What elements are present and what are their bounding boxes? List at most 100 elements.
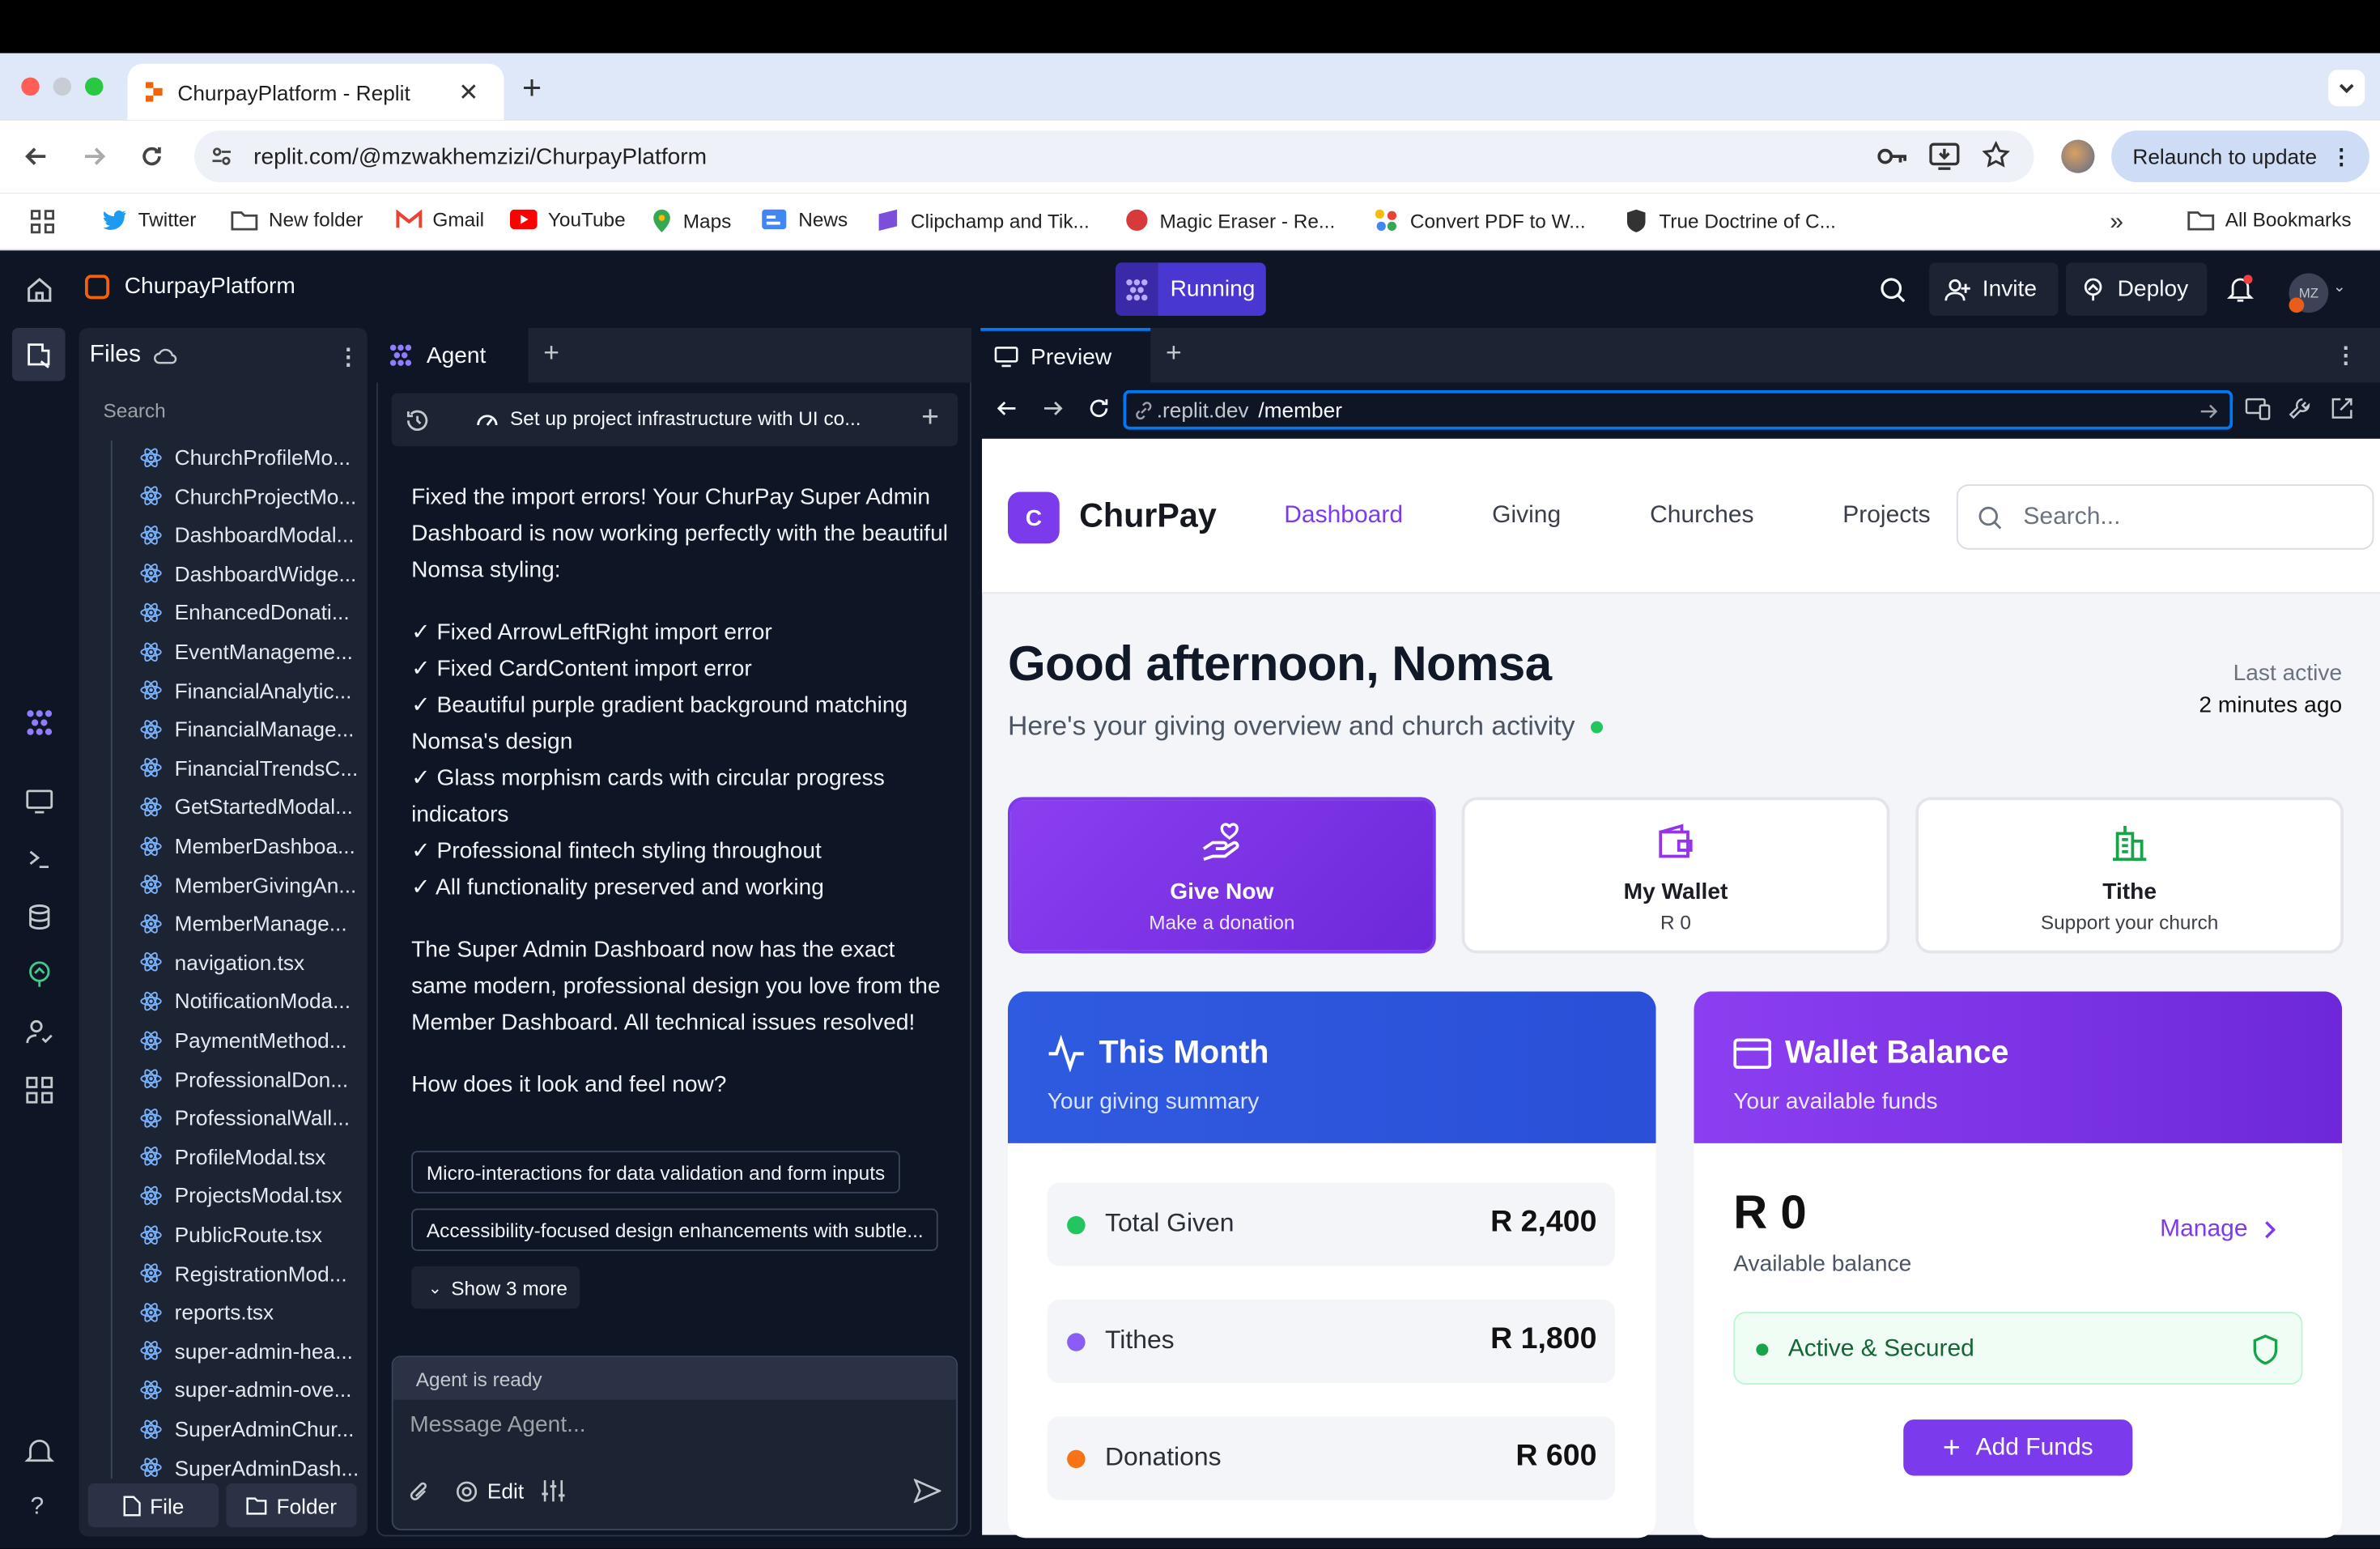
file-tree-item[interactable]: super-admin-ove...: [140, 1373, 362, 1406]
all-bookmarks-button[interactable]: All Bookmarks: [2187, 208, 2352, 231]
bookmark-news[interactable]: News: [760, 208, 848, 231]
file-tree-item[interactable]: RegistrationMod...: [140, 1257, 362, 1290]
apps-grid-icon[interactable]: [30, 210, 55, 234]
help-icon[interactable]: ?: [31, 1494, 45, 1521]
new-preview-tab-button[interactable]: +: [1166, 337, 1182, 368]
suggestion-chip[interactable]: Accessibility-focused design enhancement…: [411, 1208, 939, 1251]
bookmark-magic-eraser[interactable]: Magic Eraser - Re...: [1124, 208, 1335, 232]
tab-search-button[interactable]: [2328, 70, 2365, 107]
manage-wallet-link[interactable]: Manage: [2160, 1216, 2276, 1244]
new-tab-button[interactable]: +: [522, 68, 542, 108]
new-pane-tab-button[interactable]: +: [543, 337, 559, 368]
file-tree-item[interactable]: FinancialAnalytic...: [140, 674, 362, 707]
file-tree-item[interactable]: GetStartedModal...: [140, 790, 362, 823]
rail-agent-icon[interactable]: [24, 708, 55, 738]
agent-task-title[interactable]: Set up project infrastructure with UI co…: [475, 407, 861, 430]
back-icon[interactable]: [21, 141, 52, 172]
file-tree-item[interactable]: SuperAdminChur...: [140, 1412, 362, 1445]
maximize-window-button[interactable]: [85, 77, 104, 96]
churpay-logo[interactable]: C: [1008, 492, 1060, 544]
minimize-window-button[interactable]: [53, 77, 72, 96]
devices-icon[interactable]: [2245, 396, 2271, 420]
home-icon[interactable]: [26, 276, 53, 304]
file-tree-item[interactable]: ProjectsModal.tsx: [140, 1179, 362, 1212]
password-key-icon[interactable]: [1877, 144, 1908, 168]
preview-back-icon[interactable]: [994, 396, 1018, 420]
file-tree-item[interactable]: EventManageme...: [140, 635, 362, 668]
suggestion-chip[interactable]: Micro-interactions for data validation a…: [411, 1151, 900, 1194]
relaunch-button[interactable]: Relaunch to update ⋮: [2111, 130, 2369, 182]
new-folder-button[interactable]: Folder: [226, 1483, 357, 1528]
chevron-down-icon[interactable]: ⌄: [2333, 279, 2346, 296]
preview-menu-icon[interactable]: ⋮: [2335, 342, 2357, 369]
rail-database-icon[interactable]: [24, 902, 55, 933]
site-info-icon[interactable]: [210, 144, 234, 168]
agent-message-input[interactable]: Message Agent...: [410, 1412, 585, 1438]
file-tree-item[interactable]: PublicRoute.tsx: [140, 1218, 362, 1251]
install-app-icon[interactable]: [1929, 143, 1960, 170]
edit-mode-button[interactable]: Edit: [456, 1479, 524, 1503]
close-tab-icon[interactable]: ✕: [458, 77, 478, 108]
file-tree-item[interactable]: PaymentMethod...: [140, 1023, 362, 1057]
bookmark-true-doctrine[interactable]: True Doctrine of C...: [1624, 208, 1836, 234]
rail-deployments-icon[interactable]: [24, 960, 55, 990]
new-chat-button[interactable]: +: [921, 401, 939, 436]
nav-dashboard[interactable]: Dashboard: [1284, 503, 1403, 530]
history-icon[interactable]: [404, 407, 431, 435]
forward-icon[interactable]: [79, 141, 110, 172]
open-new-window-icon[interactable]: [2330, 396, 2354, 420]
file-tree-item[interactable]: FinancialTrendsC...: [140, 751, 362, 785]
files-search-input[interactable]: Search: [89, 391, 354, 432]
browser-tab[interactable]: ChurpayPlatform - Replit ✕: [127, 63, 504, 121]
file-tree-item[interactable]: DashboardModal...: [140, 518, 362, 551]
bookmark-new-folder[interactable]: New folder: [231, 208, 363, 231]
file-tree-item[interactable]: ChurchProfileMo...: [140, 440, 362, 474]
my-wallet-button[interactable]: My Wallet R 0: [1461, 797, 1890, 954]
address-bar[interactable]: replit.com/@mzwakhemzizi/ChurpayPlatform: [194, 130, 2034, 182]
file-tree-item[interactable]: DashboardWidge...: [140, 557, 362, 590]
preview-url-input[interactable]: .replit.dev /member: [1123, 389, 2233, 430]
rail-all-tools-icon[interactable]: [24, 1075, 55, 1106]
invite-button[interactable]: Invite: [1929, 262, 2059, 316]
file-tree-item[interactable]: super-admin-hea...: [140, 1334, 362, 1368]
file-tree-item[interactable]: EnhancedDonati...: [140, 596, 362, 629]
preview-tab[interactable]: Preview: [980, 328, 1151, 383]
more-bookmarks-icon[interactable]: »: [2110, 210, 2123, 237]
files-menu-icon[interactable]: ⋮: [337, 343, 359, 371]
nav-churches[interactable]: Churches: [1650, 503, 1753, 530]
file-tree-item[interactable]: MemberDashboa...: [140, 829, 362, 862]
project-title[interactable]: ChurpayPlatform: [85, 274, 295, 299]
search-icon[interactable]: [1879, 276, 1906, 304]
nav-projects[interactable]: Projects: [1842, 503, 1930, 530]
rail-console-icon[interactable]: [24, 845, 55, 875]
reload-icon[interactable]: [137, 141, 168, 172]
preview-forward-icon[interactable]: [1041, 396, 1065, 420]
bookmark-youtube[interactable]: YouTube: [510, 208, 626, 231]
deploy-button[interactable]: Deploy: [2065, 262, 2208, 316]
bookmark-maps[interactable]: Maps: [651, 208, 731, 234]
file-tree-item[interactable]: MemberManage...: [140, 907, 362, 940]
settings-sliders-icon[interactable]: [541, 1479, 567, 1503]
file-tree-item[interactable]: ProfessionalWall...: [140, 1101, 362, 1134]
agent-tab[interactable]: Agent: [376, 328, 529, 383]
add-funds-button[interactable]: + Add Funds: [1903, 1419, 2133, 1476]
app-search-input[interactable]: Search...: [1956, 484, 2374, 550]
bookmark-star-icon[interactable]: [1982, 141, 2010, 168]
file-tree-item[interactable]: SuperAdminDash...: [140, 1451, 362, 1484]
file-tree-item[interactable]: ProfileModal.tsx: [140, 1140, 362, 1173]
rail-auth-icon[interactable]: [24, 1017, 55, 1048]
bookmark-gmail[interactable]: Gmail: [396, 208, 484, 231]
file-tree-item[interactable]: navigation.tsx: [140, 946, 362, 979]
profile-avatar[interactable]: [2061, 139, 2095, 173]
rail-alerts-icon[interactable]: [24, 1436, 55, 1467]
attach-icon[interactable]: [408, 1479, 429, 1504]
notifications-bell-icon[interactable]: [2226, 274, 2255, 304]
file-tree-item[interactable]: FinancialManage...: [140, 713, 362, 746]
give-now-button[interactable]: Give Now Make a donation: [1008, 797, 1436, 954]
run-status-button[interactable]: Running: [1116, 262, 1266, 316]
show-more-button[interactable]: ⌄ Show 3 more: [411, 1266, 580, 1309]
rail-files-button[interactable]: [12, 328, 66, 381]
preview-reload-icon[interactable]: [1087, 396, 1111, 420]
bookmark-convert-pdf[interactable]: Convert PDF to W...: [1374, 208, 1586, 234]
bookmark-twitter[interactable]: Twitter: [103, 208, 196, 231]
